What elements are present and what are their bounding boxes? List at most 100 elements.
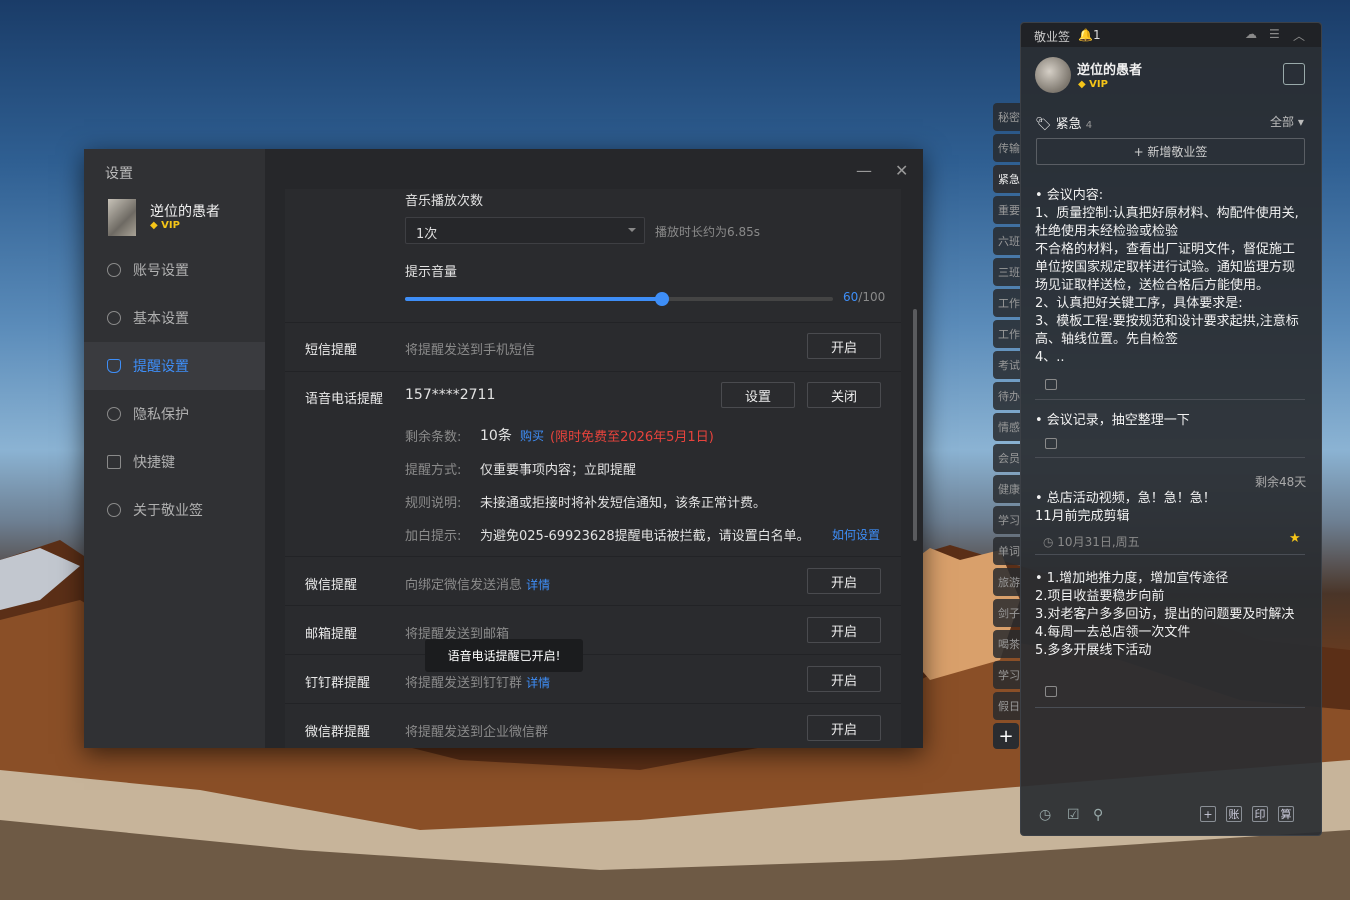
notification-bell[interactable]: 🔔1: [1078, 28, 1101, 42]
note-line: • 总店活动视频，急！急！急！: [1035, 491, 1216, 506]
side-tab[interactable]: 假日: [993, 692, 1021, 720]
wechat-detail-link[interactable]: 详情: [526, 578, 550, 592]
note-item[interactable]: • 会议内容: 1、质量控制:认真把好原材料、构配件使用关,杜绝使用未经检验或检…: [1035, 187, 1307, 373]
search-icon[interactable]: ⚲: [1093, 807, 1103, 823]
how-to-link[interactable]: 如何设置: [832, 526, 880, 543]
side-tab[interactable]: 传输: [993, 134, 1021, 162]
divider: [285, 605, 901, 606]
side-tab[interactable]: 三班: [993, 258, 1021, 286]
panel-header: 敬业签 🔔1 ☁ ☰ ︿: [1021, 23, 1321, 47]
nav-reminder[interactable]: 提醒设置: [84, 342, 265, 390]
email-enable-button[interactable]: 开启: [807, 617, 881, 643]
side-tab[interactable]: 待办: [993, 382, 1021, 410]
buy-link[interactable]: 购买: [520, 427, 544, 444]
dingtalk-enable-button[interactable]: 开启: [807, 666, 881, 692]
mode-label: 提醒方式:: [405, 463, 462, 478]
note-item[interactable]: • 总店活动视频，急！急！急！ 11月前完成剪辑: [1035, 490, 1307, 526]
side-tab[interactable]: 秘密: [993, 103, 1021, 131]
wechat-enable-button[interactable]: 开启: [807, 568, 881, 594]
nav-basic[interactable]: 基本设置: [84, 294, 265, 342]
wecom-desc: 将提醒发送到企业微信群: [405, 725, 549, 740]
side-tab[interactable]: 剑子: [993, 599, 1021, 627]
nav-label: 基本设置: [133, 311, 189, 327]
volume-max: /100: [858, 290, 886, 304]
note-line: 不合格的材料，查看出厂证明文件，督促施工单位按国家规定取样进行试验。通知监理方现…: [1035, 242, 1296, 293]
nav-shortcuts[interactable]: 快捷键: [84, 438, 265, 486]
volume-label: 提示音量: [405, 265, 458, 280]
side-tab[interactable]: 重要: [993, 196, 1021, 224]
music-count-select[interactable]: 1次: [405, 217, 645, 244]
note-item[interactable]: • 会议记录，抽空整理一下: [1035, 412, 1307, 430]
avatar[interactable]: [1035, 57, 1071, 93]
cloud-icon[interactable]: ☁: [1245, 27, 1257, 41]
voice-close-button[interactable]: 关闭: [807, 382, 881, 408]
divider: [1035, 399, 1305, 400]
note-line: 2.项目收益要稳步向前: [1035, 589, 1165, 604]
checklist-icon[interactable]: ☑: [1067, 807, 1080, 823]
note-line: 4.每周一去总店领一次文件: [1035, 625, 1191, 640]
keyboard-icon: [107, 455, 121, 469]
nav-label: 提醒设置: [133, 359, 189, 375]
user-name: 逆位的愚者: [1077, 63, 1143, 78]
sms-enable-button[interactable]: 开启: [807, 333, 881, 359]
print-icon[interactable]: 印: [1252, 806, 1268, 822]
volume-slider[interactable]: [405, 292, 833, 306]
music-label: 音乐播放次数: [405, 194, 484, 209]
calculator-icon[interactable]: 算: [1278, 806, 1294, 822]
clock-icon[interactable]: ◷: [1039, 807, 1051, 823]
collapse-icon[interactable]: ︿: [1293, 27, 1305, 44]
notif-count: 1: [1092, 28, 1101, 42]
select-value: 1次: [416, 227, 438, 242]
side-tab[interactable]: 单词: [993, 537, 1021, 565]
note-item[interactable]: • 1.增加地推力度，增加宣传途径 2.项目收益要稳步向前 3.对老客户多多回访…: [1035, 570, 1307, 660]
free-note: (限时免费至2026年5月1日): [550, 430, 714, 445]
side-tab[interactable]: 工作: [993, 320, 1021, 348]
vip-badge: ◆ VIP: [150, 220, 180, 231]
calendar-icon[interactable]: [1283, 63, 1305, 85]
divider: [285, 322, 901, 323]
category-name: 紧急: [1055, 117, 1082, 132]
add-category-button[interactable]: +: [993, 723, 1019, 749]
scrollbar[interactable]: [913, 309, 917, 541]
filter-dropdown[interactable]: 全部 ▾: [1270, 113, 1304, 130]
side-tab[interactable]: 学习: [993, 661, 1021, 689]
user-name: 逆位的愚者: [150, 204, 220, 220]
side-tab[interactable]: 健康: [993, 475, 1021, 503]
note-line: 3、模板工程:要按规范和设计要求起拱,注意标高、轴线位置。先自检签: [1035, 314, 1299, 347]
side-tab[interactable]: 学习: [993, 506, 1021, 534]
sms-label: 短信提醒: [305, 343, 358, 358]
voice-phone: 157****2711: [405, 387, 496, 403]
note-line: 11月前完成剪辑: [1035, 509, 1130, 524]
menu-icon[interactable]: ☰: [1269, 27, 1280, 41]
minimize-button[interactable]: —: [856, 161, 872, 180]
ledger-icon[interactable]: 账: [1226, 806, 1242, 822]
side-tab[interactable]: 考试: [993, 351, 1021, 379]
side-tab[interactable]: 旅游: [993, 568, 1021, 596]
divider: [285, 703, 901, 704]
side-tab[interactable]: 会员: [993, 444, 1021, 472]
nav-about[interactable]: 关于敬业签: [84, 486, 265, 534]
profile: 逆位的愚者 ◆ VIP: [108, 199, 220, 236]
nav-account[interactable]: 账号设置: [84, 246, 265, 294]
close-button[interactable]: ✕: [895, 161, 908, 180]
nav-privacy[interactable]: 隐私保护: [84, 390, 265, 438]
note-line: • 会议内容:: [1035, 188, 1104, 203]
dingtalk-label: 钉钉群提醒: [305, 676, 371, 691]
wecom-enable-button[interactable]: 开启: [807, 715, 881, 741]
volume-fill: [405, 297, 662, 301]
side-tab[interactable]: 紧急: [993, 165, 1021, 193]
category-count: 4: [1085, 120, 1093, 131]
side-tab[interactable]: 情感: [993, 413, 1021, 441]
side-tab[interactable]: 六班: [993, 227, 1021, 255]
new-note-icon[interactable]: +: [1200, 806, 1216, 822]
add-note-button[interactable]: + 新增敬业签: [1036, 138, 1305, 165]
divider: [1035, 707, 1305, 708]
side-tab[interactable]: 工作: [993, 289, 1021, 317]
star-icon[interactable]: ★: [1289, 531, 1301, 546]
dingtalk-detail-link[interactable]: 详情: [526, 676, 550, 690]
voice-settings-button[interactable]: 设置: [721, 382, 795, 408]
side-tab[interactable]: 喝茶: [993, 630, 1021, 658]
chevron-down-icon: [628, 228, 636, 232]
rule-value: 未接通或拒接时将补发短信通知，该条正常计费。: [480, 496, 767, 511]
volume-handle[interactable]: [654, 292, 669, 306]
